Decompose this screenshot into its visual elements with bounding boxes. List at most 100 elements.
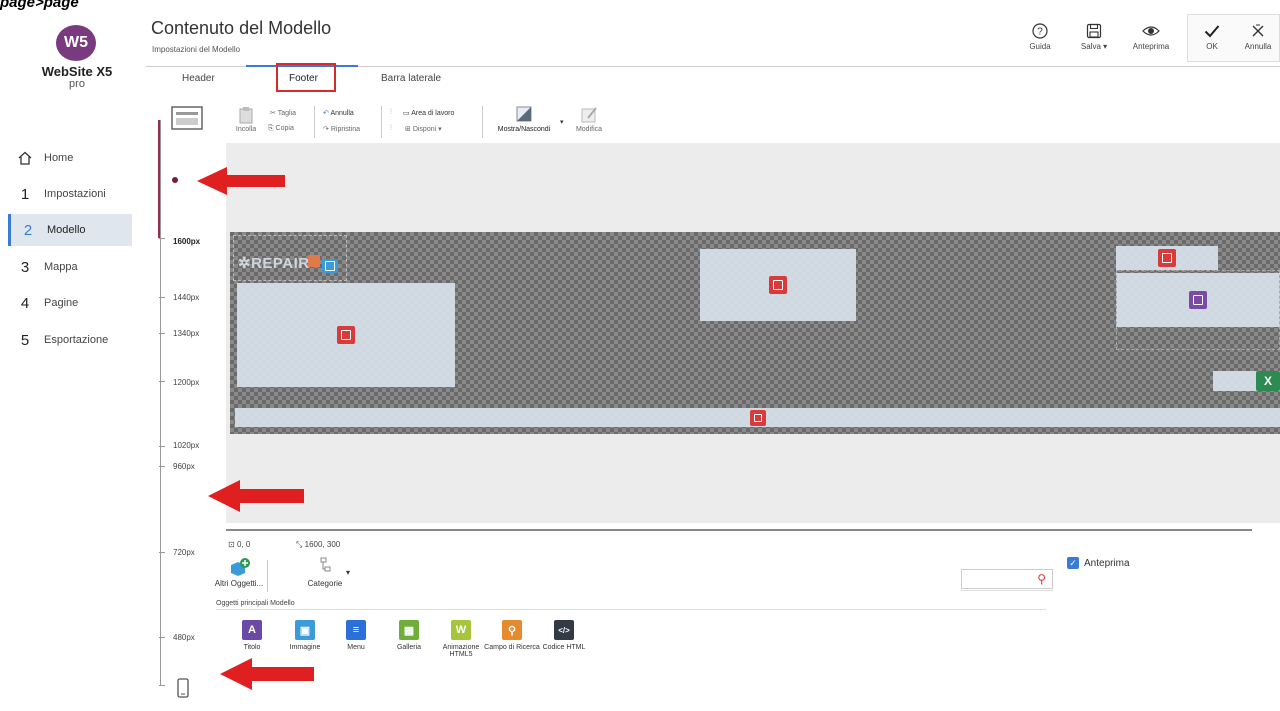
palette-label: Galleria <box>396 644 422 651</box>
app-name: WebSite X5 <box>41 64 113 79</box>
help-button[interactable]: ? Guida <box>1014 20 1066 51</box>
palette-item-ricerca[interactable]: ⚲ Campo di Ricerca <box>482 620 542 651</box>
palette-item-galleria[interactable]: ▦ Galleria <box>379 620 439 651</box>
ruler-label: 1600px <box>173 237 201 246</box>
nav-number: 5 <box>20 331 30 349</box>
tab-header[interactable]: Header <box>182 73 215 84</box>
nav-item-pagine[interactable]: 4 Pagine <box>8 287 132 319</box>
show-hide-label: Mostra/Nascondi <box>497 126 551 133</box>
help-icon: ? <box>1014 20 1066 42</box>
nav-label: Modello <box>47 224 86 236</box>
nav-number: 2 <box>23 221 33 239</box>
text-object-icon <box>749 409 766 426</box>
nav-item-home[interactable]: Home <box>8 142 132 174</box>
logo-accent-block <box>308 255 320 267</box>
tab-barra-laterale[interactable]: Barra laterale <box>381 73 441 84</box>
ruler-label: 480px <box>173 633 195 642</box>
categories-button[interactable]: Categorie <box>300 557 350 588</box>
copy-label: Copia <box>275 125 294 132</box>
image-object-icon <box>322 259 338 273</box>
ruler-tick <box>159 297 165 298</box>
search-icon: ⚲ <box>502 620 522 640</box>
palette-label: Campo di Ricerca <box>484 644 540 651</box>
categories-label: Categorie <box>307 579 343 588</box>
palette-item-codice-html[interactable]: </> Codice HTML <box>534 620 594 651</box>
svg-text:?: ? <box>1037 27 1043 38</box>
ruler-active-range <box>158 120 161 238</box>
title-icon: A <box>242 620 262 640</box>
panel-separator <box>267 560 268 592</box>
cut-button[interactable]: ✂ Taglia <box>270 109 296 117</box>
nav-item-mappa[interactable]: 3 Mappa <box>8 251 132 283</box>
save-label: Salva ▾ <box>1080 42 1108 51</box>
ruler-tick <box>159 238 165 239</box>
nav-label: Mappa <box>44 261 78 273</box>
palette-label: Codice HTML <box>542 644 586 651</box>
other-objects-button[interactable]: Altri Oggetti... <box>214 557 264 588</box>
logo-object[interactable]: ✲REPAIR <box>233 235 347 281</box>
show-hide-dropdown-icon[interactable]: ▾ <box>560 118 564 126</box>
ruler-label: 960px <box>173 462 195 471</box>
palette-item-titolo[interactable]: A Titolo <box>222 620 282 651</box>
eye-icon <box>1125 20 1177 42</box>
page-subtitle: Impostazioni del Modello <box>152 45 241 54</box>
redo-icon: ↷ <box>323 126 329 133</box>
excel-object[interactable]: X <box>1213 371 1280 391</box>
nav-item-esportazione[interactable]: 5 Esportazione <box>8 324 132 356</box>
toolbar-separator <box>314 106 315 138</box>
horizontal-scrollbar[interactable] <box>226 529 1252 531</box>
ruler-label: 720px <box>173 548 195 557</box>
show-hide-button[interactable]: Mostra/Nascondi <box>489 106 559 133</box>
undo-button[interactable]: ↶ Annulla <box>323 109 354 117</box>
edit-button[interactable]: Modifica <box>571 106 607 133</box>
work-area-label: Area di lavoro <box>411 110 455 117</box>
redo-label: Ripristina <box>330 126 361 133</box>
preview-button[interactable]: Anteprima <box>1125 20 1177 51</box>
text-object[interactable] <box>1116 246 1218 270</box>
text-object-icon <box>1158 249 1176 267</box>
animation-icon: W <box>451 620 471 640</box>
preview-checkbox[interactable]: ✓ <box>1067 557 1079 569</box>
nav-item-modello[interactable]: 2 Modello <box>8 214 132 246</box>
search-clear-icon[interactable]: ⚲ <box>1037 572 1046 586</box>
tree-icon <box>300 557 350 579</box>
text-object-wide[interactable] <box>235 408 1280 427</box>
copy-button[interactable]: ⎘ Copia <box>268 125 294 133</box>
ruler-tick <box>159 685 165 686</box>
distribute-icon[interactable]: ⫶ <box>390 125 392 133</box>
menu-icon: ≡ <box>346 620 366 640</box>
arrange-label: Disponi ▾ <box>412 126 442 133</box>
ruler-tick <box>159 446 165 447</box>
cancel-button[interactable]: Annulla <box>1236 20 1280 51</box>
cancel-label: Annulla <box>1244 42 1272 51</box>
nav-item-impostazioni[interactable]: 1 Impostazioni <box>8 178 132 210</box>
mobile-icon[interactable] <box>177 678 189 703</box>
ruler-tick <box>159 466 165 467</box>
ruler-handle-dot[interactable] <box>172 177 178 183</box>
arrange-button[interactable]: ⊞ Disponi ▾ <box>405 125 442 133</box>
align-icon[interactable]: ⫶ <box>390 109 392 117</box>
text-object[interactable] <box>700 249 856 321</box>
categories-dropdown-icon[interactable]: ▾ <box>346 568 350 577</box>
redo-button[interactable]: ↷ Ripristina <box>323 125 360 133</box>
logo-text: REPAIR <box>251 255 310 272</box>
text-object[interactable] <box>237 283 455 387</box>
save-button[interactable]: Salva ▾ <box>1068 20 1120 51</box>
ok-button[interactable]: OK <box>1190 20 1234 51</box>
toolbar-separator <box>381 106 382 138</box>
nav-number: 3 <box>20 258 30 276</box>
palette-item-menu[interactable]: ≡ Menu <box>326 620 386 651</box>
desktop-icon[interactable] <box>171 106 203 135</box>
image-icon: ▣ <box>295 620 315 640</box>
save-icon <box>1068 20 1120 42</box>
edit-label: Modifica <box>575 126 603 133</box>
excel-icon: X <box>1256 371 1280 391</box>
search-input[interactable]: ⚲ <box>961 569 1053 589</box>
clipboard-icon <box>231 106 261 126</box>
work-area-button[interactable]: ▭ Area di lavoro <box>403 109 454 117</box>
size-readout: ⤡ 1600, 300 <box>296 540 341 549</box>
paste-button[interactable]: Incolla <box>231 106 261 133</box>
app-logo: W5 <box>56 25 96 61</box>
ok-label: OK <box>1206 42 1218 51</box>
ruler-label: 1200px <box>173 378 200 387</box>
